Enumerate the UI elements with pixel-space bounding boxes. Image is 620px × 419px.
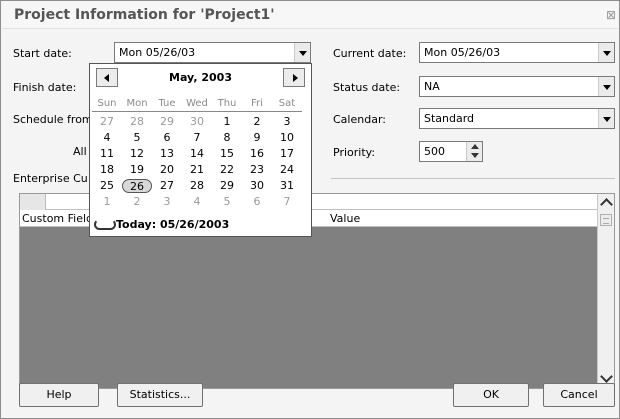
calendar-day[interactable]: 10 [272, 131, 302, 145]
calendar-combo[interactable]: Standard [419, 108, 615, 129]
calendar-day[interactable]: 29 [152, 115, 182, 129]
calendar-day[interactable]: 7 [182, 131, 212, 145]
today-text: Today: 05/26/2003 [116, 218, 230, 231]
calendar-month-title: May, 2003 [169, 71, 232, 84]
priority-label: Priority: [333, 146, 376, 159]
cancel-button[interactable]: Cancel [543, 383, 615, 407]
ok-button[interactable]: OK [453, 383, 529, 407]
calendar-day[interactable]: 11 [92, 147, 122, 161]
calendar-day-selected[interactable]: 26 [122, 179, 152, 193]
priority-value: 500 [424, 145, 445, 158]
close-icon[interactable]: ⊠ [606, 8, 618, 22]
calendar-day[interactable]: 30 [242, 179, 272, 193]
priority-spinner[interactable]: 500 [419, 141, 483, 162]
start-date-value: Mon 05/26/03 [119, 46, 196, 59]
calendar-day[interactable]: 19 [122, 163, 152, 177]
title-bar: Project Information for 'Project1' ⊠ [2, 2, 618, 29]
calendar-day[interactable]: 12 [122, 147, 152, 161]
col-header-value: Value [330, 212, 361, 225]
calendar-day[interactable]: 3 [152, 195, 182, 209]
calendar-day[interactable]: 16 [242, 147, 272, 161]
calendar-day[interactable]: 1 [212, 115, 242, 129]
calendar-day[interactable]: 8 [212, 131, 242, 145]
status-date-label: Status date: [333, 81, 401, 94]
today-link[interactable]: Today: 05/26/2003 [94, 218, 304, 234]
calendar-day[interactable]: 9 [242, 131, 272, 145]
weekday-sun: Sun [97, 98, 117, 109]
grid-vertical-scrollbar[interactable] [597, 194, 614, 388]
current-date-combo[interactable]: Mon 05/26/03 [419, 42, 615, 63]
calendar-day[interactable]: 3 [272, 115, 302, 129]
status-date-value: NA [424, 80, 440, 93]
calendar-day[interactable]: 2 [242, 115, 272, 129]
current-date-dropdown-arrow[interactable] [598, 43, 614, 62]
col-header-custom-field: Custom Field [22, 212, 94, 225]
start-date-dropdown-arrow[interactable] [294, 43, 310, 62]
weekday-fri: Fri [251, 98, 263, 109]
calendar-day[interactable]: 14 [182, 147, 212, 161]
status-date-dropdown-arrow[interactable] [598, 77, 614, 96]
calendar-day[interactable]: 4 [92, 131, 122, 145]
scroll-thumb[interactable] [600, 214, 612, 226]
weekday-sat: Sat [278, 98, 296, 109]
help-button[interactable]: Help [19, 383, 99, 407]
weekday-wed: Wed [186, 98, 208, 109]
weekday-mon: Mon [126, 98, 148, 109]
calendar-day[interactable]: 20 [152, 163, 182, 177]
finish-date-label: Finish date: [13, 81, 77, 94]
calendar-day[interactable]: 5 [212, 195, 242, 209]
start-date-combo[interactable]: Mon 05/26/03 [114, 42, 311, 63]
calendar-day[interactable]: 24 [272, 163, 302, 177]
calendar-day[interactable]: 27 [92, 115, 122, 129]
date-picker-popup[interactable]: May, 2003 Sun Mon Tue Wed Thu Fri Sat 27 28 29 30… [89, 63, 312, 237]
calendar-day[interactable]: 30 [182, 115, 212, 129]
calendar-day[interactable]: 18 [92, 163, 122, 177]
spin-up-icon[interactable] [471, 144, 479, 149]
today-circle-icon [94, 219, 116, 230]
current-date-value: Mon 05/26/03 [424, 46, 501, 59]
calendar-day[interactable]: 25 [92, 179, 122, 193]
current-date-label: Current date: [333, 47, 407, 60]
enterprise-custom-fields-label: Enterprise Cu [13, 172, 88, 185]
calendar-header: May, 2003 [94, 68, 307, 88]
next-month-button[interactable] [283, 68, 305, 87]
grid-body[interactable] [20, 228, 598, 388]
calendar-day[interactable]: 15 [212, 147, 242, 161]
calendar-value: Standard [424, 112, 475, 125]
calendar-day[interactable]: 6 [152, 131, 182, 145]
weekday-tue: Tue [158, 98, 176, 109]
calendar-day[interactable]: 21 [182, 163, 212, 177]
calendar-day[interactable]: 4 [182, 195, 212, 209]
calendar-day[interactable]: 29 [212, 179, 242, 193]
separator-line [331, 178, 615, 179]
weekday-header-row: Sun Mon Tue Wed Thu Fri Sat [92, 98, 302, 112]
calendar-day[interactable]: 17 [272, 147, 302, 161]
calendar-day[interactable]: 5 [122, 131, 152, 145]
calendar-day[interactable]: 13 [152, 147, 182, 161]
project-information-dialog: Project Information for 'Project1' ⊠ Sta… [0, 0, 620, 419]
calendar-day[interactable]: 28 [122, 115, 152, 129]
calendar-day[interactable]: 27 [152, 179, 182, 193]
calendar-day[interactable]: 28 [182, 179, 212, 193]
statistics-button[interactable]: Statistics... [117, 383, 203, 407]
dialog-title: Project Information for 'Project1' [14, 7, 275, 23]
calendar-day[interactable]: 23 [242, 163, 272, 177]
calendar-dropdown-arrow[interactable] [598, 109, 614, 128]
calendar-day[interactable]: 7 [272, 195, 302, 209]
calendar-day[interactable]: 2 [122, 195, 152, 209]
scroll-up-icon[interactable] [600, 196, 612, 210]
spin-down-icon[interactable] [471, 153, 479, 158]
calendar-label: Calendar: [333, 113, 386, 126]
weekday-thu: Thu [217, 98, 237, 109]
calendar-day[interactable]: 31 [272, 179, 302, 193]
previous-month-button[interactable] [96, 68, 118, 87]
start-date-label: Start date: [13, 47, 72, 60]
calendar-day[interactable]: 22 [212, 163, 242, 177]
schedule-from-label: Schedule from: [13, 113, 97, 126]
priority-spin-buttons[interactable] [466, 142, 482, 161]
calendar-day[interactable]: 1 [92, 195, 122, 209]
calendar-day[interactable]: 6 [242, 195, 272, 209]
status-date-combo[interactable]: NA [419, 76, 615, 97]
grid-corner-cell [20, 194, 46, 210]
